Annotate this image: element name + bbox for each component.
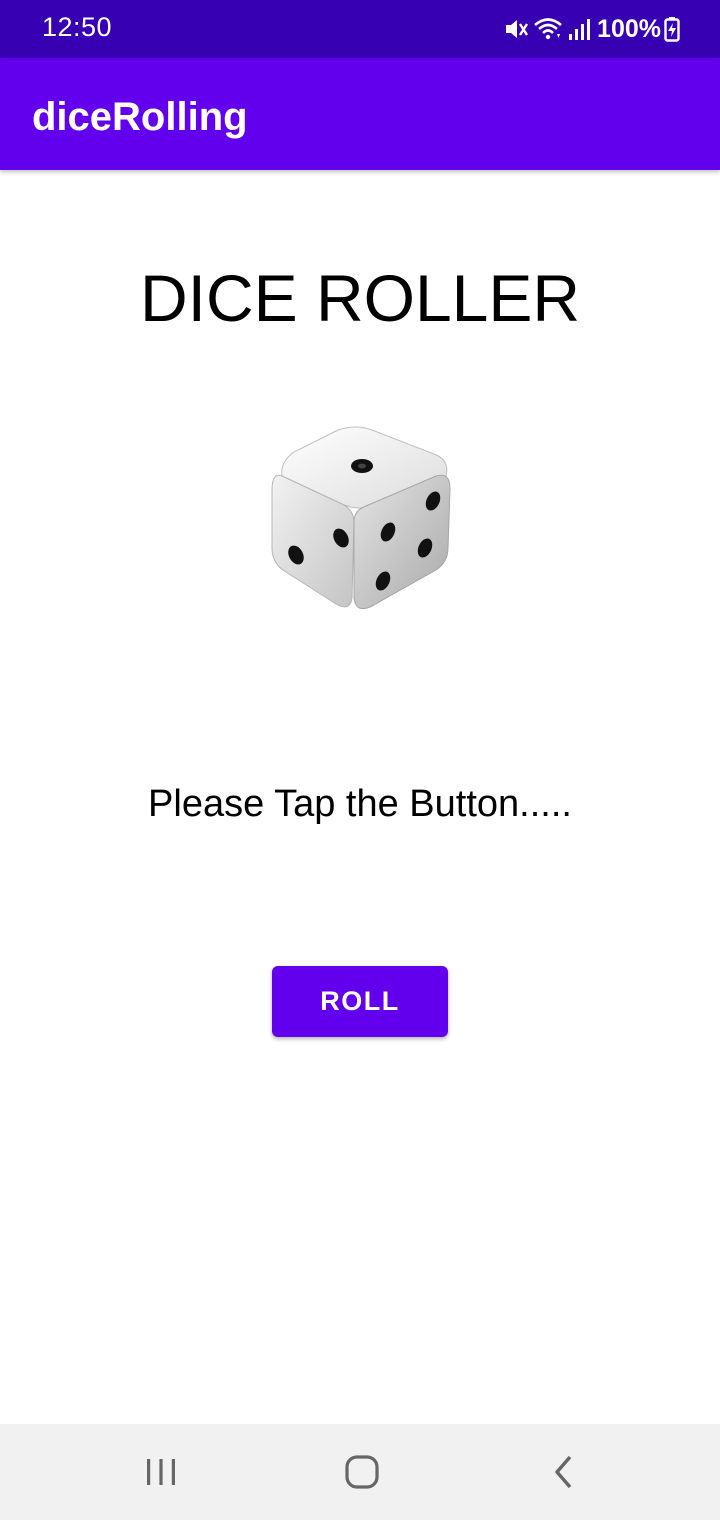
status-time: 12:50 xyxy=(42,12,113,42)
battery-percentage: 100% xyxy=(597,14,661,43)
page-title: DICE ROLLER xyxy=(139,261,581,335)
status-bar: 12:50 100% xyxy=(0,0,720,58)
instruction-text: Please Tap the Button..... xyxy=(148,783,572,825)
dice-icon xyxy=(256,418,466,628)
battery-charging-icon xyxy=(664,16,680,42)
wifi-icon xyxy=(533,16,563,42)
mute-icon xyxy=(503,16,529,42)
navigation-bar xyxy=(0,1424,720,1520)
app-title: diceRolling xyxy=(32,95,248,139)
screen: 12:50 100% diceRolling DICE ROLLER Pleas… xyxy=(0,0,720,1520)
recent-apps-icon[interactable] xyxy=(131,1444,191,1500)
signal-icon xyxy=(567,16,591,42)
app-bar: diceRolling xyxy=(0,58,720,170)
roll-button[interactable]: ROLL xyxy=(272,966,448,1037)
status-icons: 100% xyxy=(503,12,680,46)
back-icon[interactable] xyxy=(534,1444,594,1500)
home-icon[interactable] xyxy=(332,1444,392,1500)
